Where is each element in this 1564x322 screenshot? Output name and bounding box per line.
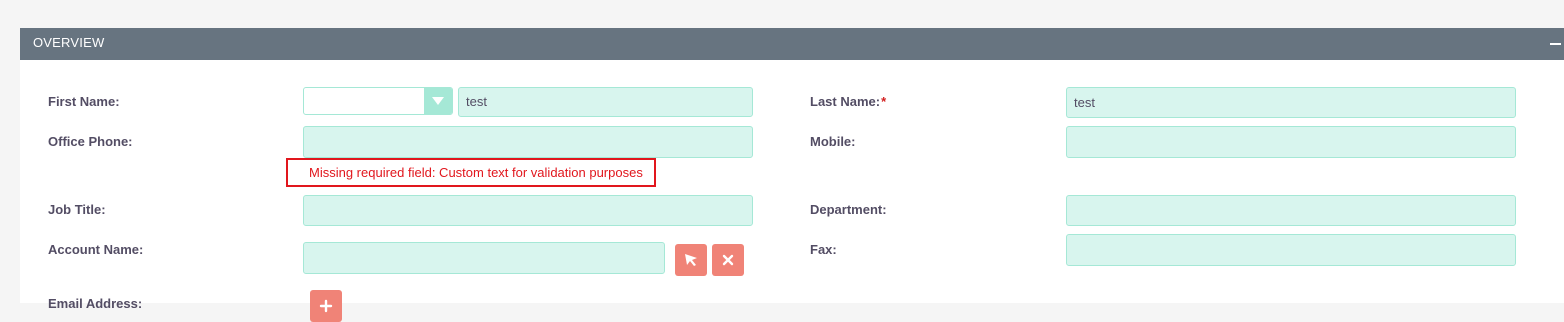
fax-input[interactable] [1066, 234, 1516, 266]
chevron-down-icon[interactable] [424, 88, 452, 114]
panel-header[interactable]: OVERVIEW [20, 28, 1564, 60]
fax-label: Fax: [810, 242, 837, 257]
last-name-label-text: Last Name: [810, 94, 881, 109]
select-account-button[interactable] [675, 244, 707, 276]
mobile-label: Mobile: [810, 134, 856, 149]
account-name-label: Account Name: [48, 242, 144, 257]
account-name-input[interactable] [303, 242, 665, 274]
panel-title: OVERVIEW [33, 35, 105, 50]
mobile-input[interactable] [1066, 126, 1516, 158]
last-name-label: Last Name:* [810, 94, 886, 109]
first-name-input[interactable]: test [458, 87, 753, 117]
close-icon [722, 254, 734, 266]
clear-account-button[interactable] [712, 244, 744, 276]
department-input[interactable] [1066, 195, 1516, 226]
salutation-select[interactable] [303, 87, 453, 115]
job-title-label: Job Title: [48, 202, 106, 217]
first-name-label: First Name: [48, 94, 120, 109]
plus-icon [319, 299, 333, 313]
department-label: Department: [810, 202, 887, 217]
required-marker: * [881, 94, 887, 109]
validation-error-message: Missing required field: Custom text for … [286, 158, 656, 187]
job-title-input[interactable] [303, 195, 753, 226]
email-address-label: Email Address: [48, 296, 143, 311]
last-name-input[interactable]: test [1066, 87, 1516, 118]
add-email-button[interactable] [310, 290, 342, 322]
minus-icon[interactable] [1550, 43, 1561, 45]
overview-panel: OVERVIEW First Name: test Last Name:* te… [20, 28, 1564, 322]
office-phone-label: Office Phone: [48, 134, 133, 149]
cursor-arrow-icon [685, 254, 697, 266]
office-phone-input[interactable] [303, 126, 753, 158]
